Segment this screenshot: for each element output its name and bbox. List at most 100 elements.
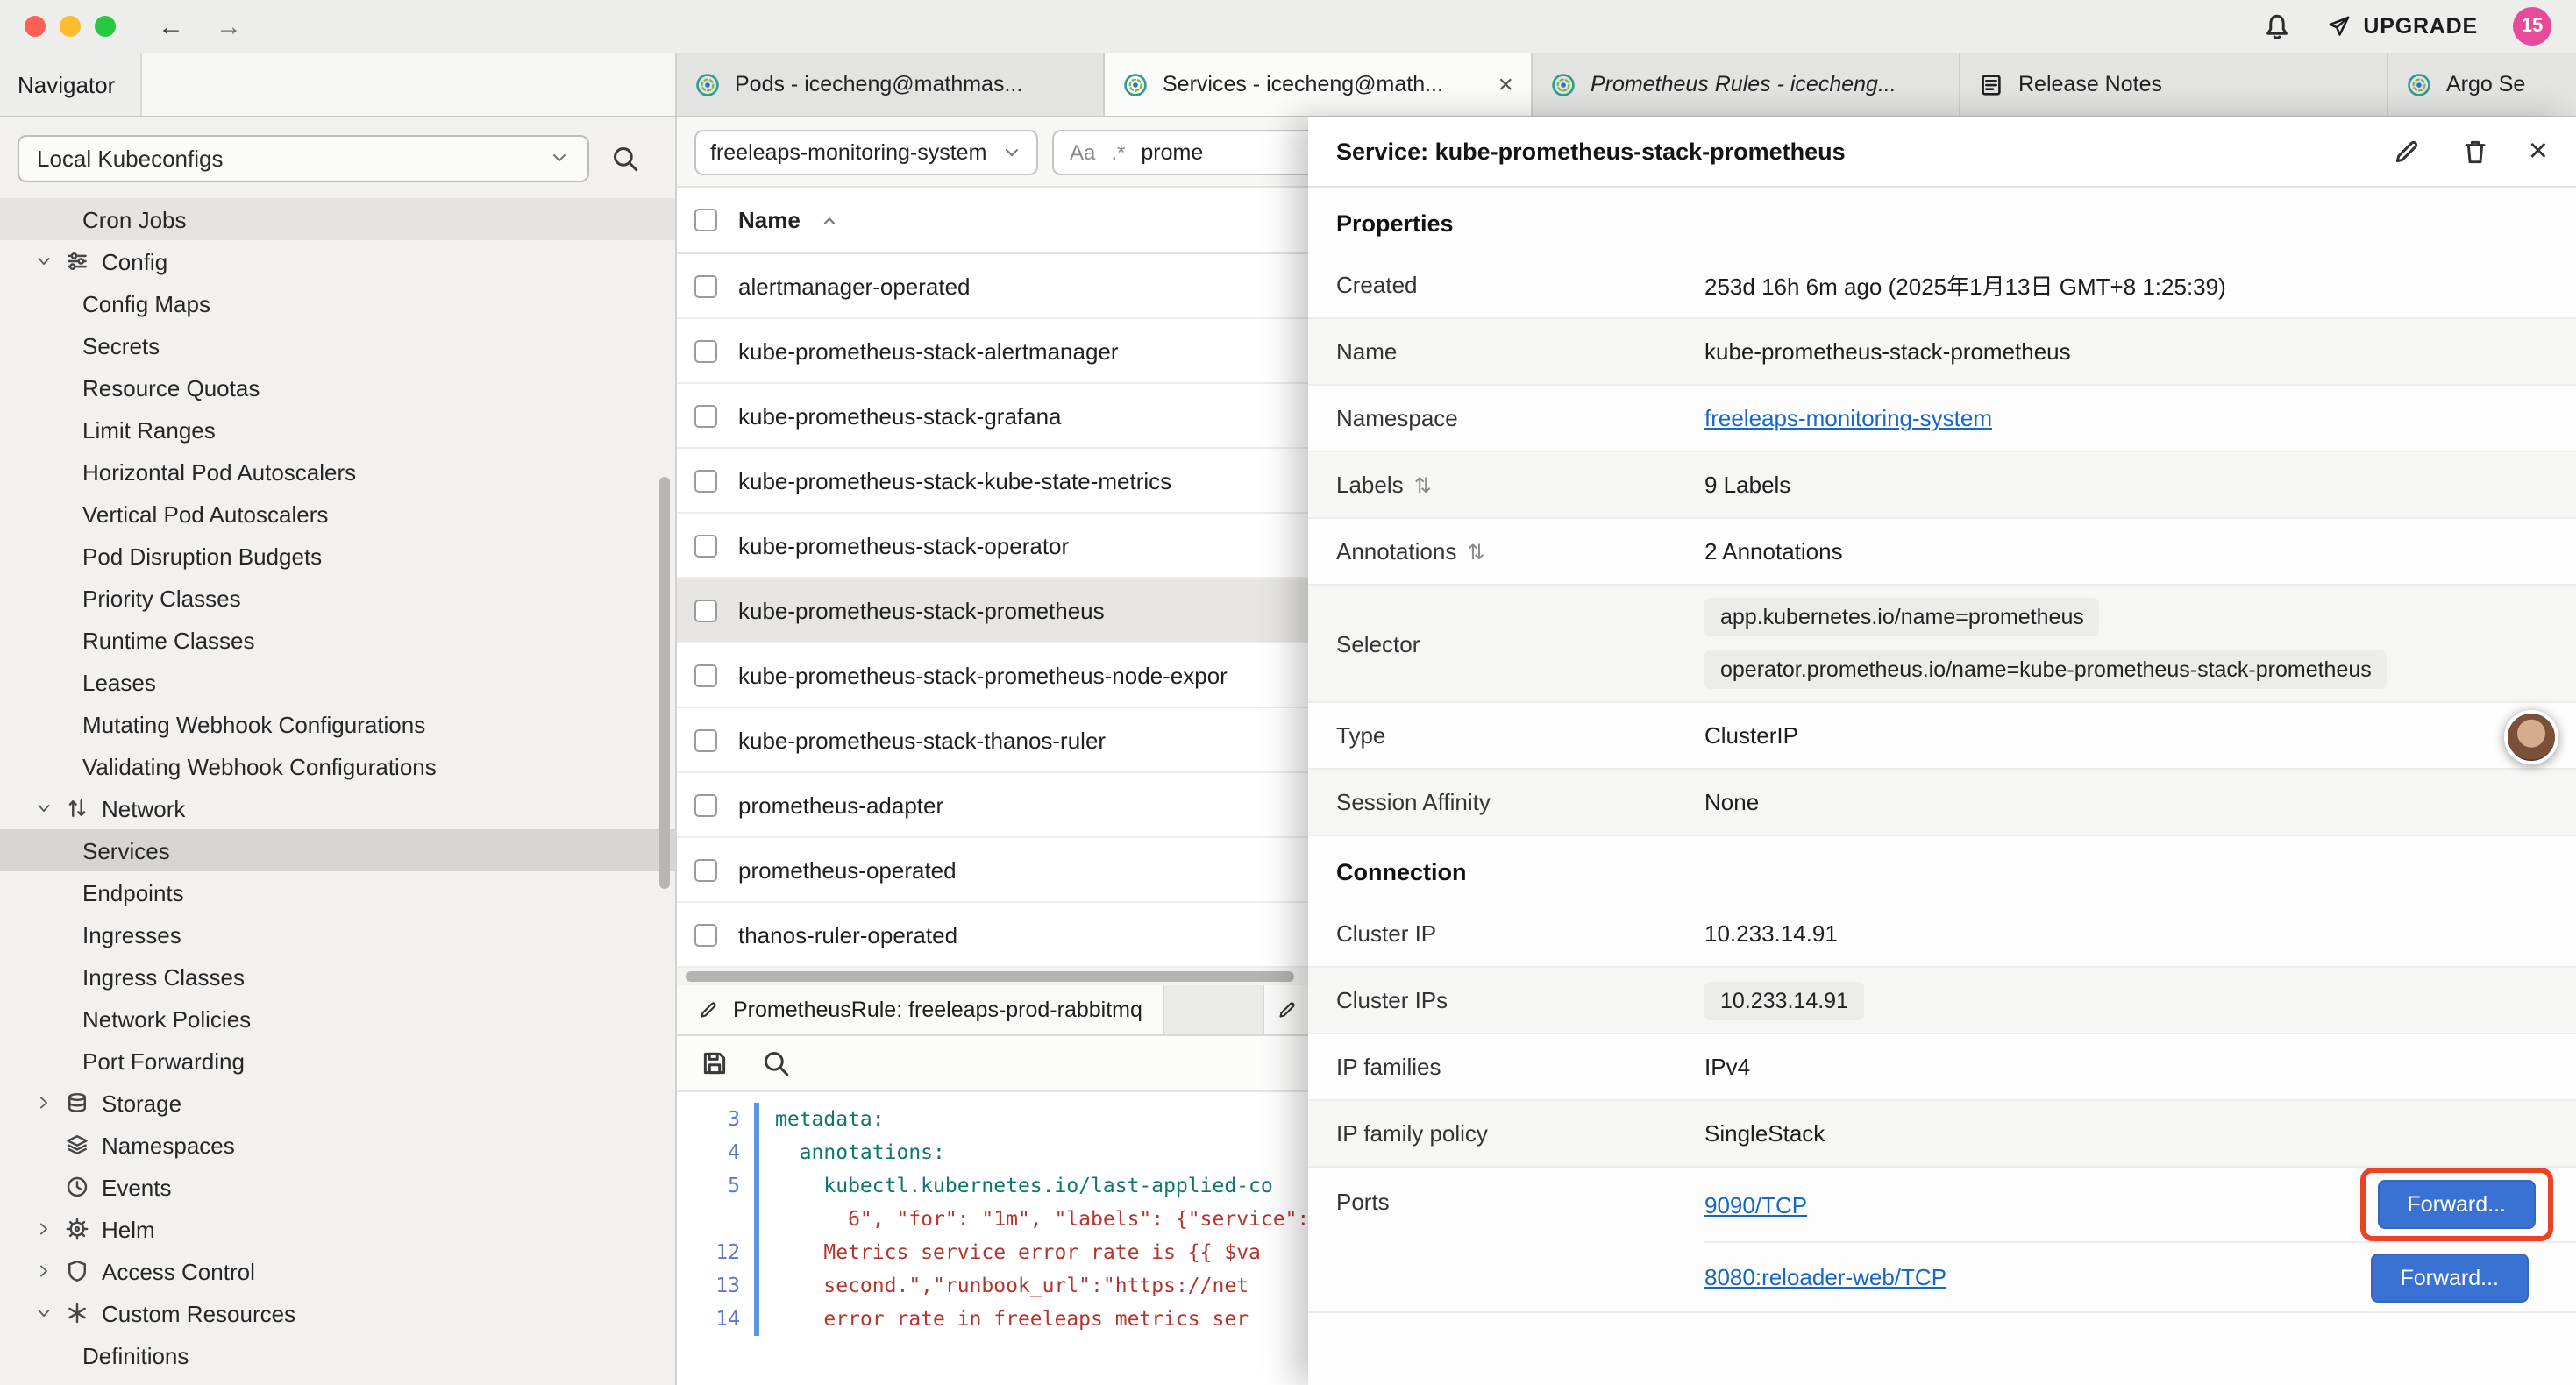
table-row-kube-prometheus-stack-kube-state[interactable]: kube-prometheus-stack-kube-state-metrics — [677, 449, 1308, 514]
sidebar-item-resource-quotas[interactable]: Resource Quotas — [0, 366, 675, 408]
chevright-icon — [35, 1094, 53, 1112]
sidebar-item-vertical-pod-autoscalers[interactable]: Vertical Pod Autoscalers — [0, 493, 675, 535]
row-checkbox[interactable] — [694, 664, 717, 686]
port-link[interactable]: 8080:reloader-web/TCP — [1704, 1264, 1946, 1290]
table-row-kube-prometheus-stack-prometheus[interactable]: kube-prometheus-stack-prometheus — [677, 579, 1308, 643]
sidebar-item-services[interactable]: Services — [0, 829, 675, 871]
row-checkbox[interactable] — [694, 599, 717, 621]
sidebar-item-cron-jobs[interactable]: Cron Jobs — [0, 198, 675, 240]
sidebar-item-limit-ranges[interactable]: Limit Ranges — [0, 408, 675, 451]
delete-icon[interactable] — [2460, 137, 2490, 167]
sidebar-item-helm[interactable]: Helm — [0, 1208, 675, 1250]
sidebar-item-access-control[interactable]: Access Control — [0, 1250, 675, 1292]
sidebar-item-port-forwarding[interactable]: Port Forwarding — [0, 1040, 675, 1082]
row-checkbox[interactable] — [694, 404, 717, 427]
edit-icon[interactable] — [2392, 137, 2422, 167]
sidebar-item-horizontal-pod-autoscalers[interactable]: Horizontal Pod Autoscalers — [0, 451, 675, 493]
row-checkbox[interactable] — [694, 534, 717, 557]
tab-release-notes[interactable]: Release Notes — [1960, 53, 2388, 116]
sidebar-item-storage[interactable]: Storage — [0, 1082, 675, 1124]
upgrade-button[interactable]: UPGRADE — [2326, 14, 2478, 39]
editor-line: 5 kubectl.kubernetes.io/last-applied-co — [677, 1169, 1308, 1203]
sidebar-item-mutating-webhook-configurations[interactable]: Mutating Webhook Configurations — [0, 703, 675, 745]
row-checkbox[interactable] — [694, 728, 717, 751]
sidebar-item-custom-resources[interactable]: Custom Resources — [0, 1292, 675, 1334]
namespace-filter-dropdown[interactable]: freeleaps-monitoring-system — [694, 129, 1038, 174]
forward-button-nav[interactable]: → — [216, 11, 242, 41]
sidebar-item-validating-webhook-configuration[interactable]: Validating Webhook Configurations — [0, 745, 675, 787]
sidebar-item-endpoints[interactable]: Endpoints — [0, 871, 675, 913]
row-checkbox[interactable] — [694, 469, 717, 492]
notifications-bell-icon[interactable] — [2261, 11, 2291, 41]
save-icon[interactable] — [700, 1048, 729, 1078]
port-link[interactable]: 9090/TCP — [1704, 1191, 1807, 1218]
forward-button[interactable]: Forward... — [2370, 1253, 2529, 1302]
search-icon[interactable] — [610, 143, 640, 173]
sidebar-item-network[interactable]: Network — [0, 787, 675, 829]
sidebar-item-pod-disruption-budgets[interactable]: Pod Disruption Budgets — [0, 535, 675, 577]
table-row-kube-prometheus-stack-alertmanag[interactable]: kube-prometheus-stack-alertmanager — [677, 319, 1308, 384]
close-tab-icon[interactable]: × — [1498, 69, 1513, 99]
user-avatar[interactable] — [2504, 710, 2558, 764]
sidebar-item-label: Access Control — [102, 1258, 255, 1284]
table-row-kube-prometheus-stack-thanos-rul[interactable]: kube-prometheus-stack-thanos-ruler — [677, 708, 1308, 773]
table-row-kube-prometheus-stack-prometheus[interactable]: kube-prometheus-stack-prometheus-node-ex… — [677, 643, 1308, 708]
regex-toggle[interactable]: .* — [1111, 139, 1125, 164]
search-icon[interactable] — [761, 1048, 791, 1078]
notification-count-badge[interactable]: 15 — [2513, 7, 2551, 46]
sidebar-scrollbar[interactable] — [659, 477, 670, 889]
row-checkbox[interactable] — [694, 858, 717, 881]
sidebar-item-config[interactable]: Config — [0, 240, 675, 282]
table-row-kube-prometheus-stack-grafana[interactable]: kube-prometheus-stack-grafana — [677, 384, 1308, 449]
forward-button[interactable]: Forward... — [2377, 1180, 2536, 1229]
horizontal-scrollbar[interactable] — [677, 968, 1308, 985]
tab-argo-se[interactable]: Argo Se — [2388, 53, 2576, 116]
tab-pods-icecheng-mathmas[interactable]: Pods - icecheng@mathmas... — [677, 53, 1105, 116]
table-row-alertmanager-operated[interactable]: alertmanager-operated — [677, 254, 1308, 319]
sidebar-item-events[interactable]: Events — [0, 1166, 675, 1208]
row-checkbox[interactable] — [694, 339, 717, 362]
close-window-button[interactable] — [25, 16, 46, 37]
match-case-toggle[interactable]: Aa — [1070, 139, 1095, 164]
table-search-input[interactable]: Aa .* prome — [1052, 129, 1308, 174]
maximize-window-button[interactable] — [95, 16, 116, 37]
storage-icon — [65, 1090, 89, 1115]
sidebar-item-network-policies[interactable]: Network Policies — [0, 998, 675, 1040]
sidebar-item-definitions[interactable]: Definitions — [0, 1334, 675, 1376]
back-button[interactable]: ← — [158, 11, 184, 41]
sidebar-item-secrets[interactable]: Secrets — [0, 324, 675, 366]
access-icon — [65, 1259, 89, 1283]
minimize-window-button[interactable] — [60, 16, 81, 37]
row-checkbox[interactable] — [694, 274, 717, 297]
editor-tab-partial[interactable] — [1263, 985, 1308, 1034]
tab-prometheus-rules-icecheng[interactable]: Prometheus Rules - icecheng... — [1533, 53, 1960, 116]
kubeconfig-selector[interactable]: Local Kubeconfigs — [18, 134, 589, 181]
sidebar-item-leases[interactable]: Leases — [0, 661, 675, 703]
row-checkbox[interactable] — [694, 923, 717, 946]
select-all-checkbox[interactable] — [694, 209, 717, 231]
sidebar-item-namespaces[interactable]: Namespaces — [0, 1124, 675, 1166]
yaml-editor[interactable]: 3metadata:4 annotations:5 kubectl.kubern… — [677, 1092, 1308, 1385]
sidebar-item-priority-classes[interactable]: Priority Classes — [0, 577, 675, 619]
sort-ascending-icon[interactable] — [822, 211, 839, 229]
editor-tab[interactable]: PrometheusRule: freeleaps-prod-rabbitmq — [677, 985, 1165, 1034]
chevron-down-icon — [1001, 141, 1022, 162]
namespace-link[interactable]: freeleaps-monitoring-system — [1704, 405, 2548, 431]
service-name: kube-prometheus-stack-prometheus-node-ex… — [738, 662, 1228, 688]
row-checkbox[interactable] — [694, 793, 717, 816]
table-row-kube-prometheus-stack-operator[interactable]: kube-prometheus-stack-operator — [677, 514, 1308, 579]
table-row-prometheus-adapter[interactable]: prometheus-adapter — [677, 773, 1308, 838]
sidebar-item-ingress-classes[interactable]: Ingress Classes — [0, 955, 675, 998]
table-row-prometheus-operated[interactable]: prometheus-operated — [677, 838, 1308, 903]
value-chip: app.kubernetes.io/name=prometheus — [1704, 598, 2100, 636]
close-drawer-icon[interactable]: × — [2529, 135, 2548, 168]
sidebar-item-config-maps[interactable]: Config Maps — [0, 282, 675, 324]
column-name[interactable]: Name — [738, 207, 801, 233]
property-label: IP family policy — [1336, 1120, 1704, 1147]
sidebar-item-ingresses[interactable]: Ingresses — [0, 913, 675, 955]
sidebar-item-runtime-classes[interactable]: Runtime Classes — [0, 619, 675, 661]
table-row-thanos-ruler-operated[interactable]: thanos-ruler-operated — [677, 903, 1308, 968]
tab-services-icecheng-math[interactable]: Services - icecheng@math...× — [1105, 53, 1533, 116]
sort-updown-icon[interactable]: ⇅ — [1414, 472, 1432, 497]
sort-updown-icon[interactable]: ⇅ — [1467, 539, 1484, 564]
